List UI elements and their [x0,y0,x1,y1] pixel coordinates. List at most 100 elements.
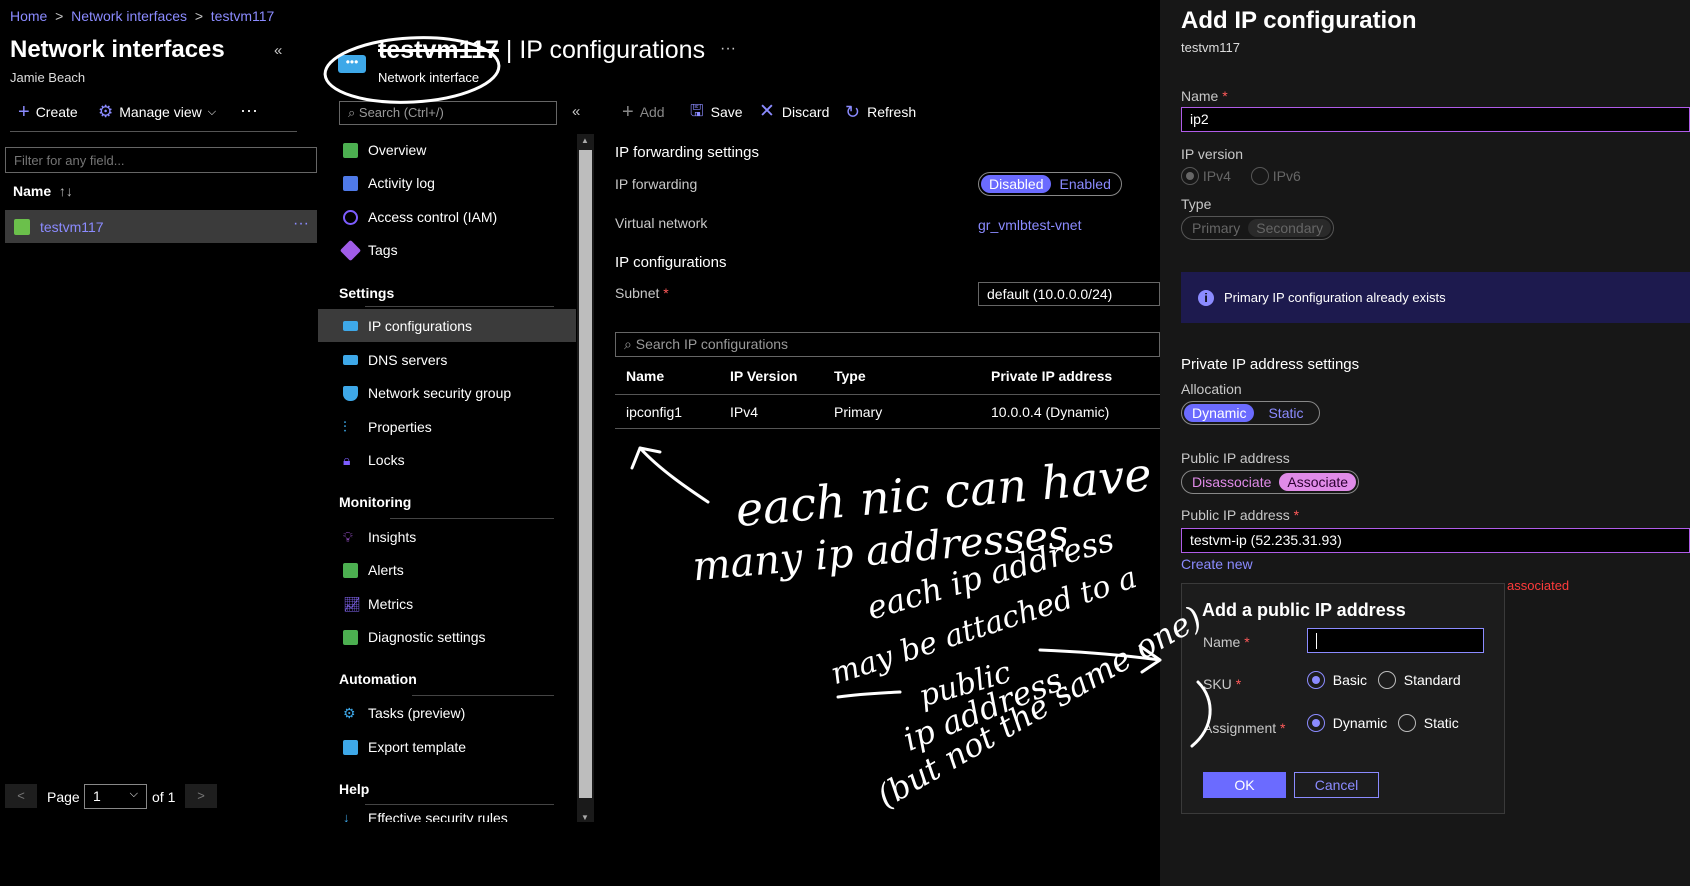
enabled-option[interactable]: Enabled [1051,175,1118,193]
menu-item-dns-servers[interactable]: DNS servers [343,349,447,371]
page-of-label: of 1 [152,789,176,805]
allocation-dynamic[interactable]: Dynamic [1184,404,1255,422]
type-label: Type [1181,196,1212,212]
add-button[interactable]: + Add [622,102,665,122]
subnet-select[interactable]: default (10.0.0.0/24) [978,282,1160,306]
alerts-icon [343,562,358,578]
list-item-name: testvm117 [40,219,104,235]
cancel-button[interactable]: Cancel [1294,772,1379,798]
menu-item-alerts[interactable]: Alerts [343,559,404,581]
gear-icon: ⚙ [98,102,114,121]
column-header-ip-version[interactable]: IP Version [730,368,797,384]
ip-forwarding-toggle[interactable]: Disabled Enabled [978,172,1122,196]
info-icon: i [1198,289,1214,306]
menu-item-metrics[interactable]: 📈︎ Metrics [343,593,413,615]
collapse-left-icon[interactable]: « [274,42,282,59]
text-cursor [1316,633,1317,649]
virtual-network-link[interactable]: gr_vmlbtest-vnet [978,217,1081,233]
menu-item-access-control[interactable]: Access control (IAM) [343,206,497,228]
info-banner: i Primary IP configuration already exist… [1181,272,1690,323]
breadcrumb-network-interfaces[interactable]: Network interfaces [71,8,187,24]
shield-icon [343,385,358,401]
more-options-icon[interactable]: ··· [240,100,258,121]
disassociate-option[interactable]: Disassociate [1184,473,1279,491]
menu-item-overview[interactable]: Overview [343,139,426,161]
menu-item-tasks[interactable]: ⚙︎ Tasks (preview) [343,702,465,724]
properties-icon: ⫶ [343,418,347,436]
more-options-icon[interactable]: ··· [720,40,736,58]
assignment-dynamic-radio[interactable]: Dynamic [1307,714,1387,732]
network-interface-icon [14,219,30,235]
discard-button[interactable]: ✕ Discard [759,102,829,121]
associate-option[interactable]: Associate [1279,473,1357,491]
ok-button[interactable]: OK [1203,772,1286,798]
menu-item-activity-log[interactable]: Activity log [343,172,435,194]
resource-type-icon: ••• [338,55,366,73]
column-header-name[interactable]: Name [626,368,664,384]
manage-view-button[interactable]: ⚙ Manage view ⌵ [98,102,216,121]
column-header-type[interactable]: Type [834,368,866,384]
allocation-label: Allocation [1181,381,1242,397]
cell-name[interactable]: ipconfig1 [626,404,682,420]
menu-item-effective-security-rules[interactable]: ↓ Effective security rules [343,810,508,822]
breadcrumb-testvm117[interactable]: testvm117 [211,8,275,24]
ipv4-radio[interactable]: IPv4 [1181,167,1231,185]
ipv6-radio[interactable]: IPv6 [1250,167,1301,185]
ip-configurations-header: IP configurations [615,254,727,271]
search-icon: ⌕ [624,336,632,352]
panel-name-input[interactable]: ip2 [1181,107,1690,132]
page-select[interactable]: 1 ⌵ [84,784,147,809]
filter-input[interactable] [5,147,317,173]
menu-item-properties[interactable]: ⫶ Properties [343,416,432,438]
dialog-name-input[interactable] [1307,628,1484,653]
menu-scrollbar[interactable]: ▲ ▼ [577,134,594,822]
allocation-toggle[interactable]: Dynamic Static [1181,401,1321,425]
scroll-up-arrow[interactable]: ▲ [581,136,589,145]
menu-item-insights[interactable]: 💡︎ Insights [343,526,416,548]
create-new-link[interactable]: Create new [1181,556,1253,572]
assignment-static-radio[interactable]: Static [1398,714,1459,732]
prev-page-button[interactable]: < [5,784,37,808]
breadcrumb-home[interactable]: Home [10,8,47,24]
menu-item-ip-configurations[interactable]: IP configurations [343,315,472,337]
refresh-button[interactable]: ↻ Refresh [845,103,916,121]
divider [365,804,554,805]
row-more-icon[interactable]: ··· [293,215,309,233]
secondary-option: Secondary [1248,219,1332,237]
menu-item-export-template[interactable]: Export template [343,736,466,758]
menu-item-nsg[interactable]: Network security group [343,382,511,404]
list-item[interactable]: testvm117 ··· [5,210,317,243]
menu-item-tags[interactable]: Tags [339,239,398,261]
ip-forwarding-header: IP forwarding settings [615,144,759,161]
sku-standard-radio[interactable]: Standard [1378,671,1461,689]
disabled-option[interactable]: Disabled [981,175,1052,193]
security-rules-icon: ↓ [343,810,350,822]
ip-configurations-icon [343,321,358,331]
public-ip-select[interactable]: testvm-ip (52.235.31.93) [1181,528,1690,553]
next-page-button[interactable]: > [185,784,217,808]
collapse-menu-icon[interactable]: « [572,103,580,120]
sku-basic-radio[interactable]: Basic [1307,671,1367,689]
column-header-private-ip[interactable]: Private IP address [991,368,1112,384]
bulb-icon: 💡︎ [343,528,353,545]
scroll-thumb[interactable] [579,150,592,798]
chevron-right-icon: > [51,8,68,24]
save-button[interactable]: 🖫 Save [690,104,743,121]
cell-type: Primary [834,404,883,420]
public-ip-toggle[interactable]: Disassociate Associate [1181,470,1360,494]
scroll-down-arrow[interactable]: ▼ [581,813,589,822]
ip-forwarding-label: IP forwarding [615,176,698,192]
cell-ip-version: IPv4 [730,404,759,420]
table-header-divider [615,394,1160,395]
overview-icon [343,142,358,158]
menu-search-input[interactable]: ⌕ Search (Ctrl+/) [339,101,557,125]
ip-version-radios: IPv4 IPv6 [1181,167,1301,185]
divider [365,306,554,307]
menu-item-locks[interactable]: 🔒︎ Locks [343,449,405,471]
create-button[interactable]: + Create [18,102,78,122]
lock-icon: 🔒︎ [343,451,351,468]
allocation-static[interactable]: Static [1254,404,1317,422]
name-column-header[interactable]: Name ↑↓ [13,183,73,199]
ipconfig-search-input[interactable]: ⌕ Search IP configurations [615,332,1160,357]
menu-item-diagnostic-settings[interactable]: Diagnostic settings [343,626,486,648]
